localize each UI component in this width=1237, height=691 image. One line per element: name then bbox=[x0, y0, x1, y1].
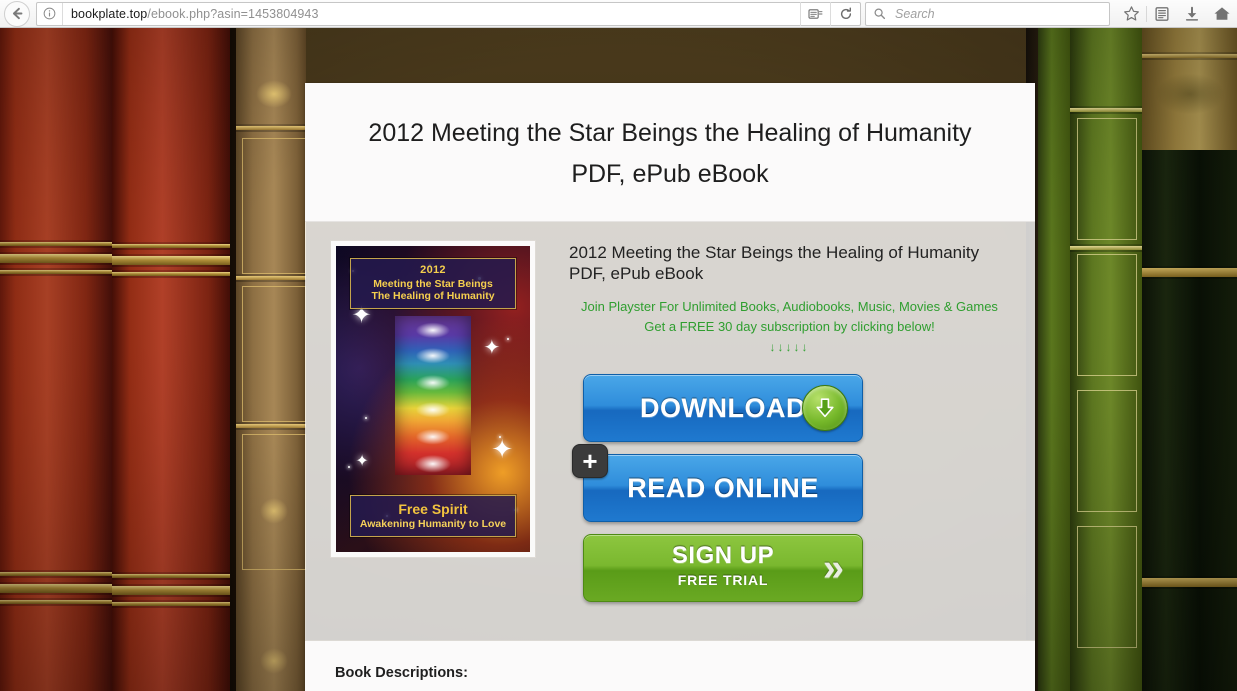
info-icon[interactable] bbox=[37, 2, 63, 25]
promo-line-1: Join Playster For Unlimited Books, Audio… bbox=[581, 299, 998, 314]
reload-icon[interactable] bbox=[830, 1, 860, 26]
book-subtitle: 2012 Meeting the Star Beings the Healing… bbox=[569, 243, 980, 283]
book-description-section: Book Descriptions: bbox=[305, 641, 1035, 691]
double-chevron-right-icon: » bbox=[822, 547, 844, 589]
content-panel: 2012 Meeting the Star Beings the Healing… bbox=[305, 83, 1035, 691]
search-input[interactable]: Search bbox=[892, 7, 935, 21]
book-cover-image: ✦ ✦ ✦ ✦ 2012 Meeting the Star Beings The… bbox=[336, 246, 530, 552]
star-icon[interactable] bbox=[1116, 1, 1146, 27]
home-icon[interactable] bbox=[1207, 1, 1237, 27]
read-online-button-label: READ ONLINE bbox=[627, 472, 819, 503]
download-button-label: DOWNLOAD bbox=[640, 392, 806, 423]
page-title: 2012 Meeting the Star Beings the Healing… bbox=[368, 119, 972, 188]
page-viewport: 2012 Meeting the Star Beings the Healing… bbox=[0, 28, 1237, 691]
download-circle-arrow-icon bbox=[802, 385, 848, 431]
back-arrow-icon[interactable] bbox=[4, 0, 30, 27]
star-sparkle-icon: ✦ bbox=[491, 433, 513, 464]
sign-up-button-label-group: SIGN UP FREE TRIAL bbox=[672, 543, 774, 593]
panel-header: 2012 Meeting the Star Beings the Healing… bbox=[305, 83, 1035, 222]
url-path: /ebook.php?asin=1453804943 bbox=[147, 6, 319, 21]
cover-year: 2012 bbox=[420, 264, 446, 277]
cover-title-box: 2012 Meeting the Star Beings The Healing… bbox=[348, 257, 518, 311]
sign-up-button-label: SIGN UP bbox=[671, 542, 775, 569]
download-button[interactable]: DOWNLOAD bbox=[583, 374, 863, 442]
cover-footer-box: Free Spirit Awakening Humanity to Love bbox=[348, 493, 518, 538]
sign-up-button[interactable]: SIGN UP FREE TRIAL » bbox=[583, 534, 863, 602]
star-sparkle-icon: ✦ bbox=[483, 336, 501, 359]
plus-badge-icon: + bbox=[572, 444, 608, 478]
url-bar[interactable]: bookplate.top/ebook.php?asin=1453804943 bbox=[36, 1, 861, 26]
search-icon bbox=[866, 3, 892, 25]
cover-title-line-2: The Healing of Humanity bbox=[371, 290, 495, 303]
reader-mode-icon[interactable] bbox=[800, 1, 830, 26]
read-online-button[interactable]: + READ ONLINE bbox=[572, 444, 863, 522]
browser-toolbar: bookplate.top/ebook.php?asin=1453804943 … bbox=[0, 0, 1237, 28]
cover-title-line-1: Meeting the Star Beings bbox=[373, 278, 493, 291]
detail-column: 2012 Meeting the Star Beings the Healing… bbox=[536, 238, 1010, 614]
sign-up-button-sublabel: FREE TRIAL bbox=[677, 572, 769, 588]
download-arrow-icon[interactable] bbox=[1177, 1, 1207, 27]
url-host: bookplate.top bbox=[71, 6, 148, 21]
down-arrows-indicator: ↓↓↓↓↓ bbox=[769, 340, 810, 354]
chakra-column-art bbox=[395, 316, 471, 476]
cover-footer-sub: Awakening Humanity to Love bbox=[359, 517, 507, 530]
star-sparkle-icon: ✦ bbox=[355, 453, 369, 471]
library-icon[interactable] bbox=[1147, 1, 1177, 27]
url-text[interactable]: bookplate.top/ebook.php?asin=1453804943 bbox=[63, 7, 319, 21]
search-bar[interactable]: Search bbox=[865, 1, 1110, 26]
book-descriptions-heading: Book Descriptions: bbox=[335, 665, 468, 681]
cover-footer-main: Free Spirit bbox=[398, 500, 468, 517]
book-cover-frame[interactable]: ✦ ✦ ✦ ✦ 2012 Meeting the Star Beings The… bbox=[330, 240, 536, 558]
panel-body: ✦ ✦ ✦ ✦ 2012 Meeting the Star Beings The… bbox=[305, 222, 1035, 614]
promo-line-2: Get a FREE 30 day subscription by clicki… bbox=[644, 319, 935, 334]
cta-button-stack: DOWNLOAD + READ ONLINE SIGN UP FREE TRIA… bbox=[569, 374, 1010, 602]
